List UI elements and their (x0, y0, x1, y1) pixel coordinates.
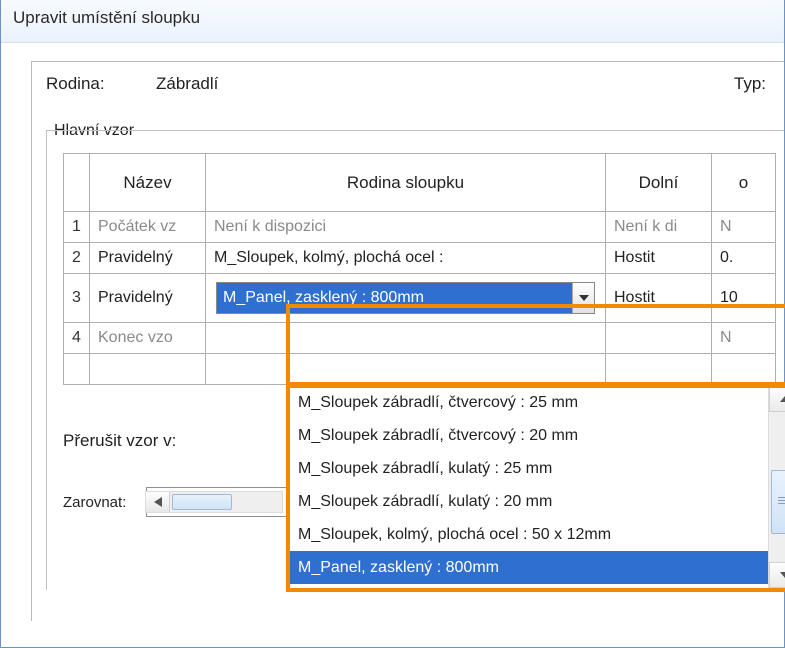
scroll-track[interactable] (170, 492, 282, 512)
cell-last[interactable]: 10 (712, 274, 776, 323)
dialog-window: Upravit umístění sloupku Rodina: Zábradl… (0, 0, 785, 648)
cell-name[interactable]: Pravidelný (90, 274, 206, 323)
header-name: Název (90, 154, 206, 212)
dialog-title: Upravit umístění sloupku (1, 0, 784, 43)
main-pattern-fieldset: Hlavní vzor Název Rodina sloupku Dolní (46, 112, 784, 590)
family-row: Rodina: Zábradlí Typ: (46, 74, 784, 94)
cell-bottom[interactable]: Není k di (606, 212, 712, 243)
cell-name[interactable]: Počátek vz (90, 212, 206, 243)
cell-last[interactable]: 0. (712, 243, 776, 274)
table-row[interactable]: 2 Pravidelný M_Sloupek, kolmý, plochá oc… (64, 243, 776, 274)
family-dropdown-selected: M_Panel, zasklený : 800mm (217, 283, 572, 313)
family-label: Rodina: (46, 74, 156, 94)
scroll-left-button[interactable] (146, 492, 170, 512)
break-pattern-label: Přerušit vzor v: (63, 431, 176, 451)
family-dropdown-list[interactable]: M_Sloupek zábradlí, čtvercový : 25 mm M_… (290, 386, 768, 588)
horizontal-scrollbar[interactable] (145, 491, 283, 513)
dropdown-option-selected[interactable]: M_Panel, zasklený : 800mm (290, 551, 768, 584)
dropdown-option[interactable]: M_Sloupek, kolmý, plochá ocel : 50 x 12m… (290, 518, 768, 551)
cell-family[interactable] (206, 323, 606, 354)
family-dropdown[interactable]: M_Panel, zasklený : 800mm (216, 282, 595, 314)
cell-name[interactable]: Konec vzo (90, 323, 206, 354)
baluster-table: Název Rodina sloupku Dolní o 1 Počátek v… (63, 153, 776, 385)
row-number: 1 (64, 212, 90, 243)
family-value: Zábradlí (156, 74, 218, 94)
row-number: 4 (64, 323, 90, 354)
scroll-up-button[interactable] (769, 386, 785, 412)
dropdown-option[interactable]: M_Sloupek zábradlí, kulatý : 20 mm (290, 485, 768, 518)
cell-bottom[interactable]: Hostit (606, 274, 712, 323)
dropdown-option[interactable]: M_Sloupek zábradlí, čtvercový : 20 mm (290, 419, 768, 452)
cell-bottom[interactable] (606, 323, 712, 354)
cell-family[interactable]: Není k dispozici (206, 212, 606, 243)
table-row[interactable]: 1 Počátek vz Není k dispozici Není k di … (64, 212, 776, 243)
header-corner (64, 154, 90, 212)
table-row-empty (64, 354, 776, 385)
dialog-content: Rodina: Zábradlí Typ: Hlavní vzor Náze (1, 43, 784, 621)
cell-family[interactable]: M_Sloupek, kolmý, plochá ocel : (206, 243, 606, 274)
scroll-thumb[interactable] (172, 494, 232, 510)
align-label: Zarovnat: (63, 494, 126, 511)
table-row[interactable]: 4 Konec vzo N (64, 323, 776, 354)
cell-bottom[interactable]: Hostit (606, 243, 712, 274)
row-number-empty (64, 354, 90, 385)
dropdown-option[interactable]: M_Sloupek zábradlí, čtvercový : 25 mm (290, 386, 768, 419)
dropdown-scrollbar[interactable] (768, 386, 785, 588)
chevron-down-icon[interactable] (572, 283, 594, 313)
header-bottom: Dolní (606, 154, 712, 212)
scroll-down-button[interactable] (769, 562, 785, 588)
scroll-thumb[interactable] (771, 470, 785, 534)
table-row[interactable]: 3 Pravidelný M_Panel, zasklený : 800mm (64, 274, 776, 323)
type-label: Typ: (734, 74, 766, 94)
cell-family-dropdown[interactable]: M_Panel, zasklený : 800mm (206, 274, 606, 323)
inner-panel: Rodina: Zábradlí Typ: Hlavní vzor Náze (31, 61, 784, 621)
cell-last[interactable]: N (712, 212, 776, 243)
dropdown-option[interactable]: M_Sloupek zábradlí, kulatý : 25 mm (290, 452, 768, 485)
cell-name[interactable]: Pravidelný (90, 243, 206, 274)
scroll-track[interactable] (769, 412, 785, 562)
header-family: Rodina sloupku (206, 154, 606, 212)
cell-last[interactable]: N (712, 323, 776, 354)
row-number: 2 (64, 243, 90, 274)
row-number: 3 (64, 274, 90, 323)
fieldset-body: Název Rodina sloupku Dolní o 1 Počátek v… (46, 130, 784, 590)
header-last: o (712, 154, 776, 212)
